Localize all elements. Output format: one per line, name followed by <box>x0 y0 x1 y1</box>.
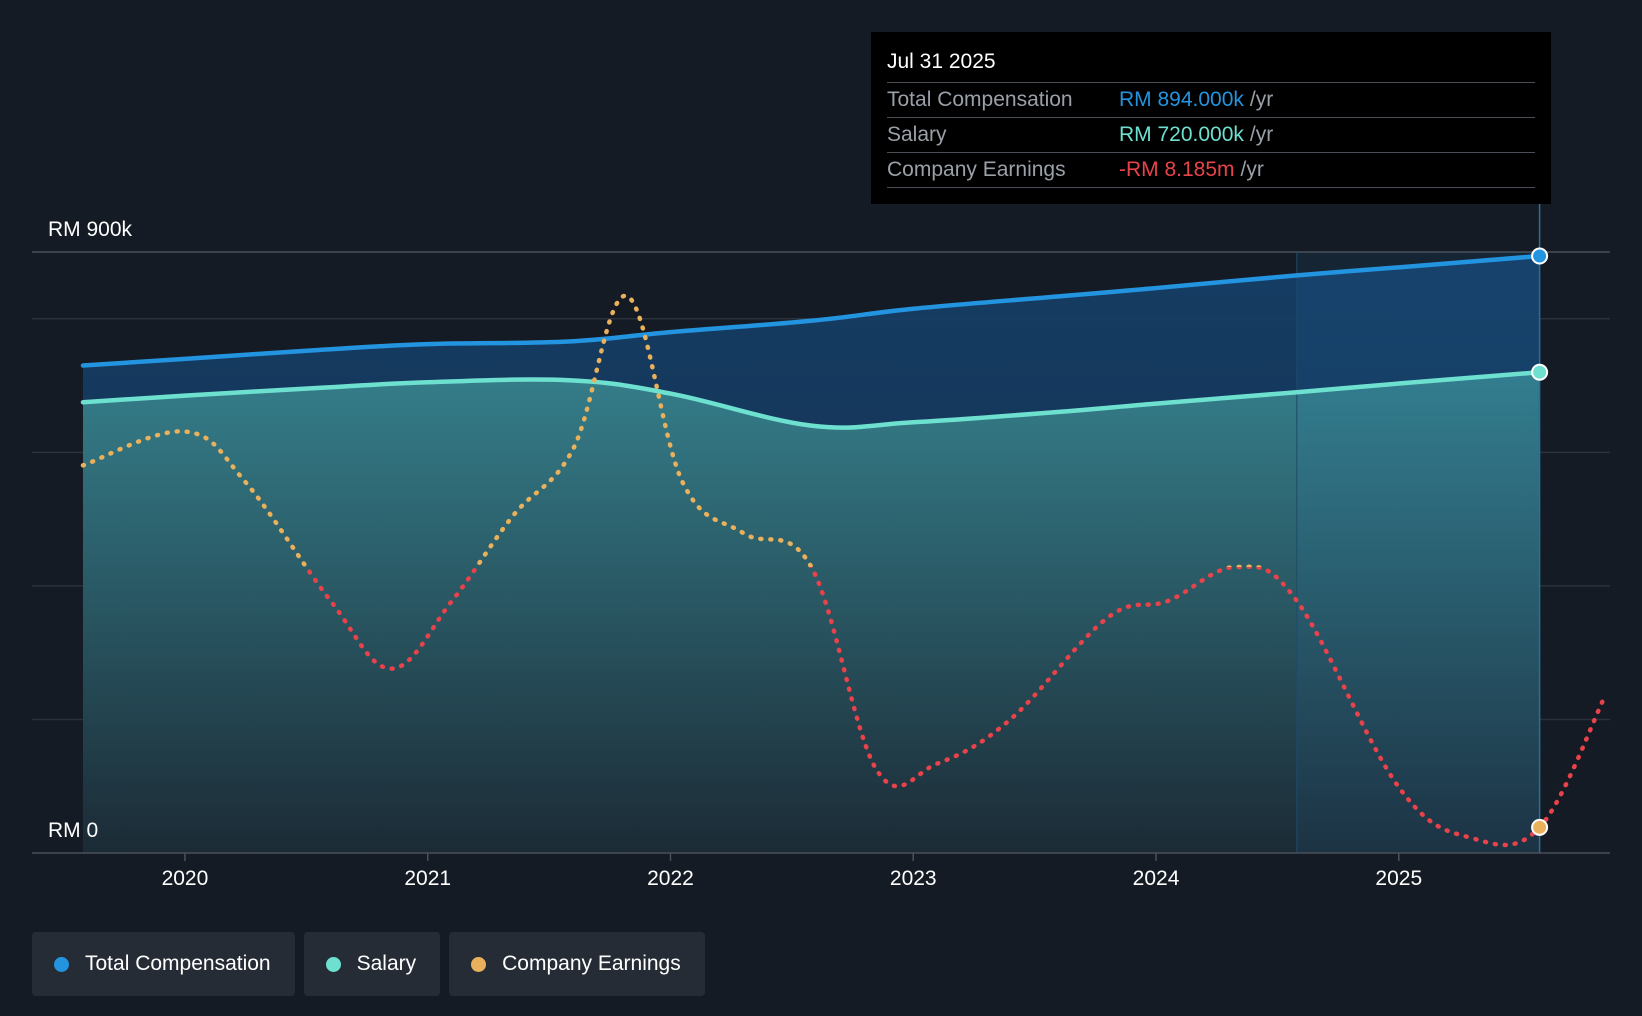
legend-item-total-compensation[interactable]: Total Compensation <box>32 932 295 996</box>
last-year-band <box>1296 252 1540 853</box>
x-tick-label: 2020 <box>162 867 209 890</box>
legend-dot-icon <box>325 956 341 972</box>
tooltip-row-earnings: Company Earnings -RM 8.185m /yr <box>887 153 1535 188</box>
legend-item-company-earnings[interactable]: Company Earnings <box>449 932 705 996</box>
y-tick-label: RM 900k <box>48 218 133 241</box>
tooltip-row-total: Total Compensation RM 894.000k /yr <box>887 83 1535 118</box>
legend-label: Salary <box>356 952 417 975</box>
tooltip-label: Total Compensation <box>887 88 1073 111</box>
legend-dot-icon <box>471 956 487 972</box>
x-tick-label: 2025 <box>1375 867 1422 890</box>
tooltip-unit: /yr <box>1249 88 1274 111</box>
y-tick-label: RM 0 <box>48 819 98 842</box>
legend-dot-icon <box>54 956 69 972</box>
tooltip-value-salary: RM 720.000k <box>1119 123 1244 146</box>
tooltip-date: Jul 31 2025 <box>887 48 1535 83</box>
tooltip-value-earnings: -RM 8.185m <box>1119 158 1235 181</box>
salary-marker <box>1531 363 1549 381</box>
highlight-band <box>1296 204 1541 853</box>
x-tick-label: 2022 <box>647 867 694 890</box>
x-tick-label: 2024 <box>1133 867 1180 890</box>
earnings-marker <box>1531 818 1549 836</box>
x-tick-label: 2023 <box>890 867 937 890</box>
legend-item-salary[interactable]: Salary <box>303 932 441 996</box>
legend-label: Company Earnings <box>502 952 681 975</box>
total-compensation-marker <box>1531 247 1549 265</box>
hover-tooltip: Jul 31 2025 Total Compensation RM 894.00… <box>871 32 1551 204</box>
x-axis: 2020 2021 2022 2023 2024 2025 <box>32 852 1610 890</box>
tooltip-unit: /yr <box>1240 158 1264 181</box>
tooltip-label: Salary <box>887 123 947 146</box>
tooltip-row-salary: Salary RM 720.000k /yr <box>887 118 1535 153</box>
legend-label: Total Compensation <box>85 952 271 975</box>
x-tick-label: 2021 <box>404 867 451 890</box>
tooltip-unit: /yr <box>1249 123 1274 146</box>
tooltip-value-total: RM 894.000k <box>1119 88 1244 111</box>
tooltip-label: Company Earnings <box>887 158 1066 181</box>
chart-legend: Total Compensation Salary Company Earnin… <box>32 932 705 996</box>
